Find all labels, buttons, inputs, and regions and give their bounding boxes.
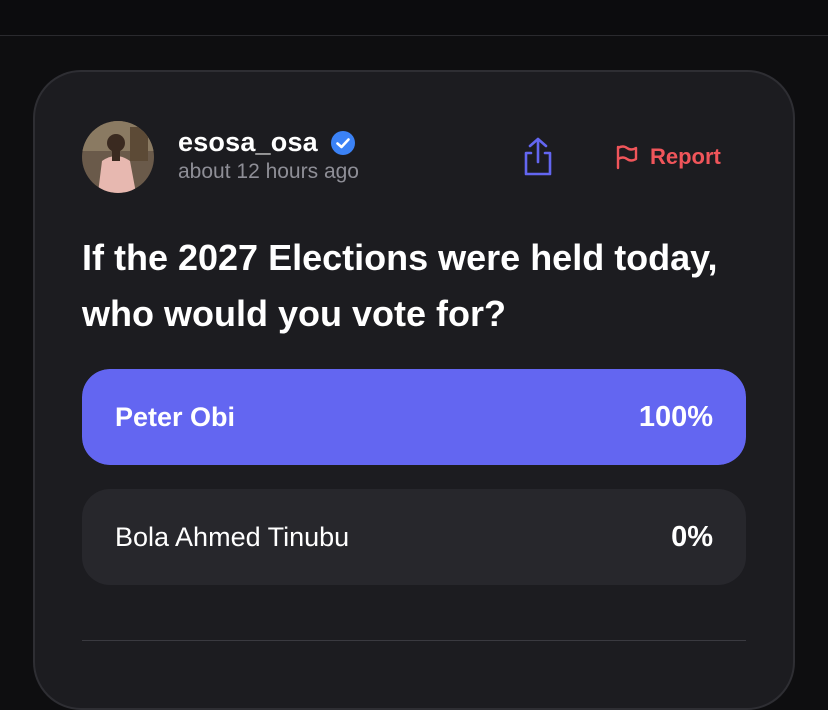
poll-option-percent: 100% (638, 400, 713, 433)
username-row: esosa_osa (178, 127, 356, 158)
divider (82, 640, 746, 641)
poll-option-bola-ahmed-tinubu[interactable]: Bola Ahmed Tinubu 0% (82, 489, 746, 585)
share-button[interactable] (520, 136, 556, 178)
report-button[interactable]: Report (614, 142, 721, 172)
share-icon (524, 137, 552, 176)
poll-option-percent: 0% (671, 520, 713, 553)
poll-option-label: Peter Obi (115, 401, 236, 432)
report-label: Report (650, 144, 721, 169)
avatar[interactable] (82, 121, 154, 193)
verified-badge-icon (330, 130, 356, 156)
post-timestamp: about 12 hours ago (178, 160, 359, 183)
poll-option-label: Bola Ahmed Tinubu (115, 521, 350, 552)
username[interactable]: esosa_osa (178, 127, 318, 158)
avatar-image (82, 121, 154, 193)
flag-icon (616, 145, 638, 170)
top-bar (0, 0, 828, 36)
poll-question: If the 2027 Elections were held today, w… (82, 237, 718, 334)
poll-option-peter-obi[interactable]: Peter Obi 100% (82, 369, 746, 465)
